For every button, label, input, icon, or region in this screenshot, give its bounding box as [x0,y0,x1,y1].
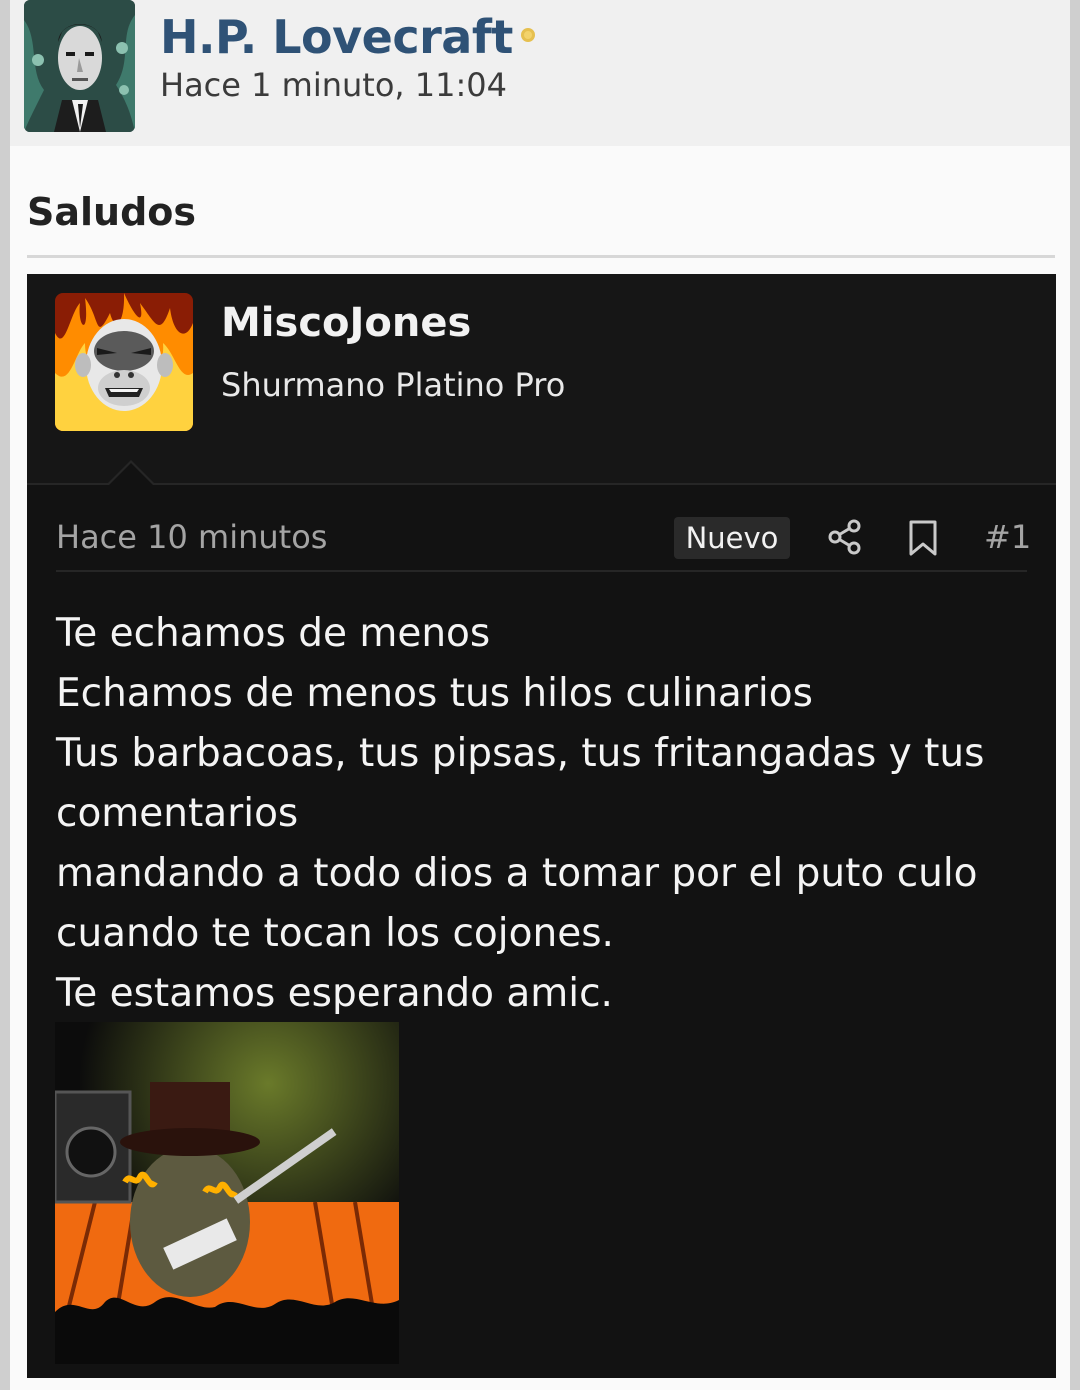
header-pointer-fill [109,463,153,485]
thread-author-name[interactable]: H.P. Lovecraft [160,10,535,64]
new-badge: Nuevo [674,517,790,559]
online-status-icon [520,27,535,42]
monkey-fire-avatar-image [55,293,193,431]
section-title: Saludos [27,190,197,234]
post-line: cuando te tocan los cojones. [56,911,614,956]
post-time[interactable]: Hace 10 minutos [56,518,327,556]
poster-avatar[interactable] [55,293,193,431]
thread-timestamp: Hace 1 minuto, 11:04 [160,66,507,104]
meta-divider [56,570,1027,572]
post-line: Tus barbacoas, tus pipsas, tus fritangad… [56,731,985,776]
post-line: Te estamos esperando amic. [56,971,613,1016]
poster-name[interactable]: MiscoJones [221,300,471,346]
thread-header: H.P. Lovecraft Hace 1 minuto, 11:04 [10,0,1070,146]
lovecraft-portrait-image [24,0,135,132]
post-author-header: MiscoJones Shurmano Platino Pro [27,274,1056,485]
post-line: mandando a todo dios a tomar por el puto… [56,851,978,896]
avatar[interactable] [24,0,135,132]
post-body: Te echamos de menos Echamos de menos tus… [56,604,1016,1024]
post-permalink[interactable]: #1 [984,518,1031,556]
thread-author-link[interactable]: H.P. Lovecraft [160,10,513,64]
post: MiscoJones Shurmano Platino Pro Hace 10 … [27,274,1056,1378]
page-frame: H.P. Lovecraft Hace 1 minuto, 11:04 Salu… [10,0,1070,1390]
post-line: Te echamos de menos [56,611,491,656]
post-embedded-image[interactable] [55,1022,399,1364]
share-icon[interactable] [827,519,863,555]
section-divider [27,255,1055,258]
poster-rank: Shurmano Platino Pro [221,366,566,404]
post-line: comentarios [56,791,299,836]
post-line: Echamos de menos tus hilos culinarios [56,671,813,716]
bookmark-icon[interactable] [907,519,939,557]
